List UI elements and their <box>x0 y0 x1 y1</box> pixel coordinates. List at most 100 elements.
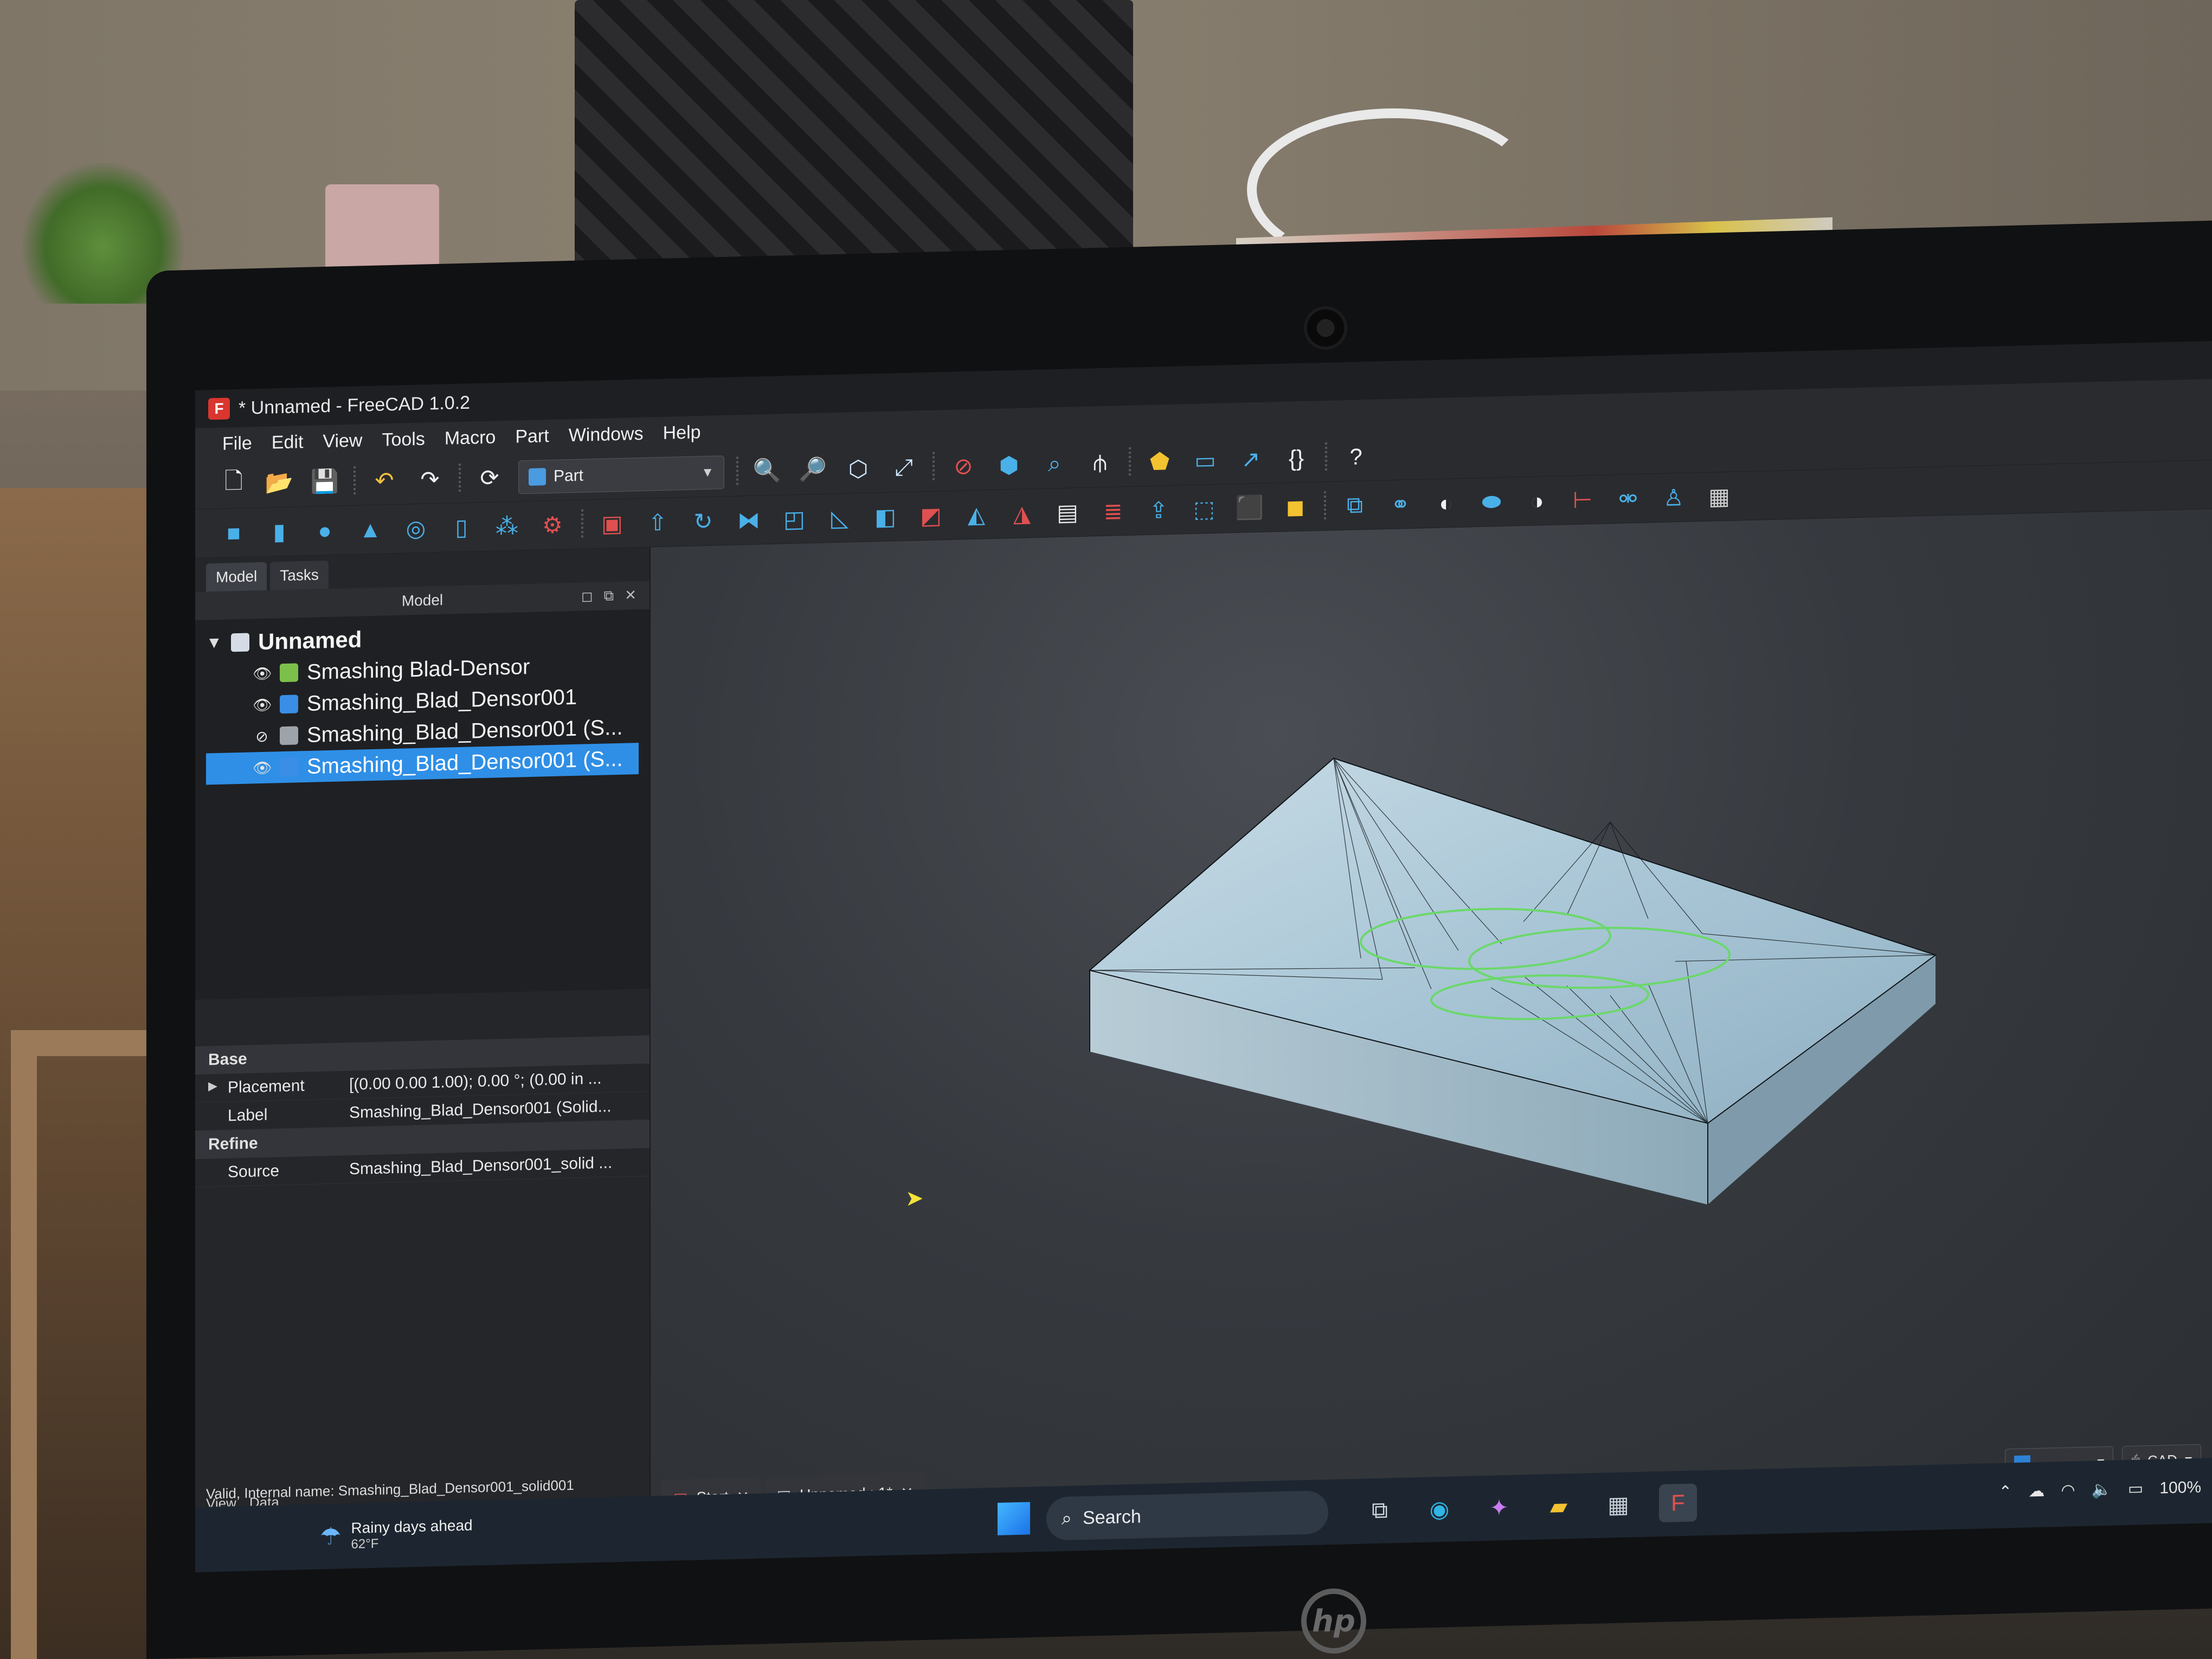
macro-braces-icon[interactable]: {} <box>1279 441 1313 475</box>
fit-all-icon[interactable]: 🔍 <box>750 454 784 488</box>
float-icon[interactable]: ⧉ <box>604 587 614 605</box>
menu-macro[interactable]: Macro <box>445 427 496 449</box>
bounding-box-icon[interactable]: ⤢ <box>887 451 921 485</box>
join-icon[interactable]: ⚮ <box>1611 481 1645 516</box>
view-isometric-icon[interactable]: ⬢ <box>992 448 1026 483</box>
visibility-eye-icon[interactable]: 👁 <box>253 664 272 683</box>
chamfer-icon[interactable]: ◺ <box>823 501 857 536</box>
part-workbench-icon <box>529 467 546 486</box>
draw-style-icon[interactable]: ⬡ <box>841 452 875 486</box>
hidden-eye-icon[interactable]: ⊘ <box>253 727 271 745</box>
visibility-eye-icon[interactable]: 👁 <box>253 758 272 777</box>
link-icon[interactable]: ↗ <box>1234 442 1268 477</box>
battery-icon[interactable]: ▭ <box>2128 1479 2143 1499</box>
refresh-icon[interactable]: ⟳ <box>473 460 506 495</box>
zoom-icon[interactable]: ⌕ <box>1038 447 1071 481</box>
chevron-up-icon[interactable]: ⌃ <box>1998 1482 2012 1502</box>
torus-icon[interactable]: ◎ <box>399 511 433 546</box>
freecad-logo-icon: F <box>208 397 230 420</box>
sketch-icon[interactable]: ▣ <box>595 506 629 541</box>
projection-icon[interactable]: ⬛ <box>1233 491 1266 525</box>
toolbar-separator <box>1325 442 1327 473</box>
taskbar-search[interactable]: ⌕ Search <box>1046 1490 1328 1541</box>
weather-widget[interactable]: ☂ Rainy days ahead 62°F <box>320 1516 473 1553</box>
thickness-icon[interactable]: ⬚ <box>1187 492 1221 526</box>
primitives-icon[interactable]: ⁂ <box>490 509 524 544</box>
sphere-icon[interactable]: ● <box>308 513 342 548</box>
windows-start-icon[interactable] <box>998 1502 1030 1535</box>
group-folder-icon[interactable]: ▭ <box>1188 443 1222 478</box>
measure-linear-icon[interactable]: ♙ <box>1657 480 1690 515</box>
restore-icon[interactable]: ◻ <box>581 588 593 606</box>
menu-file[interactable]: File <box>222 433 252 454</box>
shape-builder-icon[interactable]: ⚙ <box>536 508 569 543</box>
undo-icon[interactable]: ↶ <box>368 463 401 498</box>
mirror-icon[interactable]: ⧓ <box>732 503 766 538</box>
new-file-icon[interactable]: 🗋 <box>217 467 250 501</box>
save-icon[interactable]: 💾 <box>308 465 342 499</box>
workbench-selector[interactable]: Part ▼ <box>518 455 724 494</box>
offset-icon[interactable]: ⇪ <box>1142 493 1175 528</box>
3d-view[interactable]: ➤ ▣ Start × ▤ Unnamed : 1* × ▾ <box>651 509 2212 1561</box>
expand-arrow-icon[interactable]: ▶ <box>208 1078 217 1092</box>
cube-icon[interactable]: ■ <box>217 516 250 550</box>
make-face-icon[interactable]: ◧ <box>869 500 902 535</box>
expand-arrow-icon[interactable]: ▼ <box>206 634 222 653</box>
battery-level: 100% <box>2159 1478 2201 1497</box>
cross-sections-icon[interactable]: ≣ <box>1096 494 1130 529</box>
cone-icon[interactable]: ▲ <box>353 512 387 547</box>
split-icon[interactable]: ⊢ <box>1566 483 1599 517</box>
file-explorer-icon[interactable]: ▰ <box>1540 1487 1578 1526</box>
store-icon[interactable]: ▦ <box>1599 1485 1637 1524</box>
part-icon[interactable]: ⬟ <box>1143 444 1176 479</box>
document-icon <box>231 633 249 652</box>
tab-tasks[interactable]: Tasks <box>270 560 329 590</box>
measure-icon[interactable]: ⫛ <box>1083 446 1117 480</box>
fuse-icon[interactable]: ⬬ <box>1475 485 1508 519</box>
section-icon[interactable]: ▤ <box>1051 495 1084 530</box>
sweep-icon[interactable]: ◮ <box>1005 496 1039 531</box>
menu-part[interactable]: Part <box>515 426 549 448</box>
task-view-icon[interactable]: ⧉ <box>1361 1491 1399 1530</box>
toolbar-separator <box>736 456 738 487</box>
onedrive-cloud-icon[interactable]: ☁ <box>2028 1482 2044 1501</box>
fillet-icon[interactable]: ◰ <box>777 502 811 537</box>
ruled-surface-icon[interactable]: ◩ <box>914 499 948 533</box>
prop-value[interactable]: Smashing_Blad_Densor001 (Solid... <box>342 1096 650 1122</box>
window-title: * Unnamed - FreeCAD 1.0.2 <box>239 392 471 419</box>
cylinder-icon[interactable]: ▮ <box>262 515 296 549</box>
umbrella-rain-icon: ☂ <box>320 1522 342 1550</box>
menu-help[interactable]: Help <box>663 422 701 444</box>
copilot-icon[interactable]: ✦ <box>1480 1488 1518 1527</box>
toolbar-separator <box>353 466 356 497</box>
visibility-eye-icon[interactable]: 👁 <box>253 696 272 714</box>
menu-view[interactable]: View <box>323 430 362 452</box>
revolve-icon[interactable]: ↻ <box>686 504 720 539</box>
stereo-icon[interactable]: ⊘ <box>947 449 980 484</box>
model-3d-render[interactable] <box>1079 693 2001 1258</box>
menu-tools[interactable]: Tools <box>382 428 425 451</box>
wifi-icon[interactable]: ◠ <box>2061 1481 2075 1500</box>
whats-this-icon[interactable]: ? <box>1339 439 1373 474</box>
edge-browser-icon[interactable]: ◉ <box>1420 1489 1458 1528</box>
open-file-icon[interactable]: 📂 <box>262 466 296 500</box>
loft-icon[interactable]: ◭ <box>960 498 993 532</box>
menu-edit[interactable]: Edit <box>272 432 304 453</box>
prop-value[interactable]: Smashing_Blad_Densor001_solid ... <box>342 1153 650 1179</box>
compound-icon[interactable]: ⧉ <box>1338 488 1372 523</box>
extrude-icon[interactable]: ⇧ <box>641 505 674 540</box>
boolean-icon[interactable]: ⚭ <box>1384 487 1417 522</box>
tab-model[interactable]: Model <box>206 562 267 592</box>
fit-selection-icon[interactable]: 🔎 <box>796 453 829 487</box>
close-icon[interactable]: ✕ <box>625 587 636 605</box>
redo-icon[interactable]: ↷ <box>413 462 447 497</box>
common-icon[interactable]: ◑ <box>1520 484 1554 518</box>
freecad-taskbar-icon[interactable]: F <box>1659 1483 1697 1523</box>
cut-icon[interactable]: ◐ <box>1429 486 1463 520</box>
tube-icon[interactable]: ▯ <box>445 510 478 545</box>
menu-windows[interactable]: Windows <box>569 423 644 446</box>
check-geometry-icon[interactable]: ▦ <box>1702 479 1736 514</box>
prop-value[interactable]: [(0.00 0.00 1.00); 0.00 °; (0.00 in ... <box>342 1068 650 1094</box>
volume-icon[interactable]: 🔈 <box>2092 1480 2112 1500</box>
color-per-face-icon[interactable]: ◼ <box>1278 490 1312 524</box>
